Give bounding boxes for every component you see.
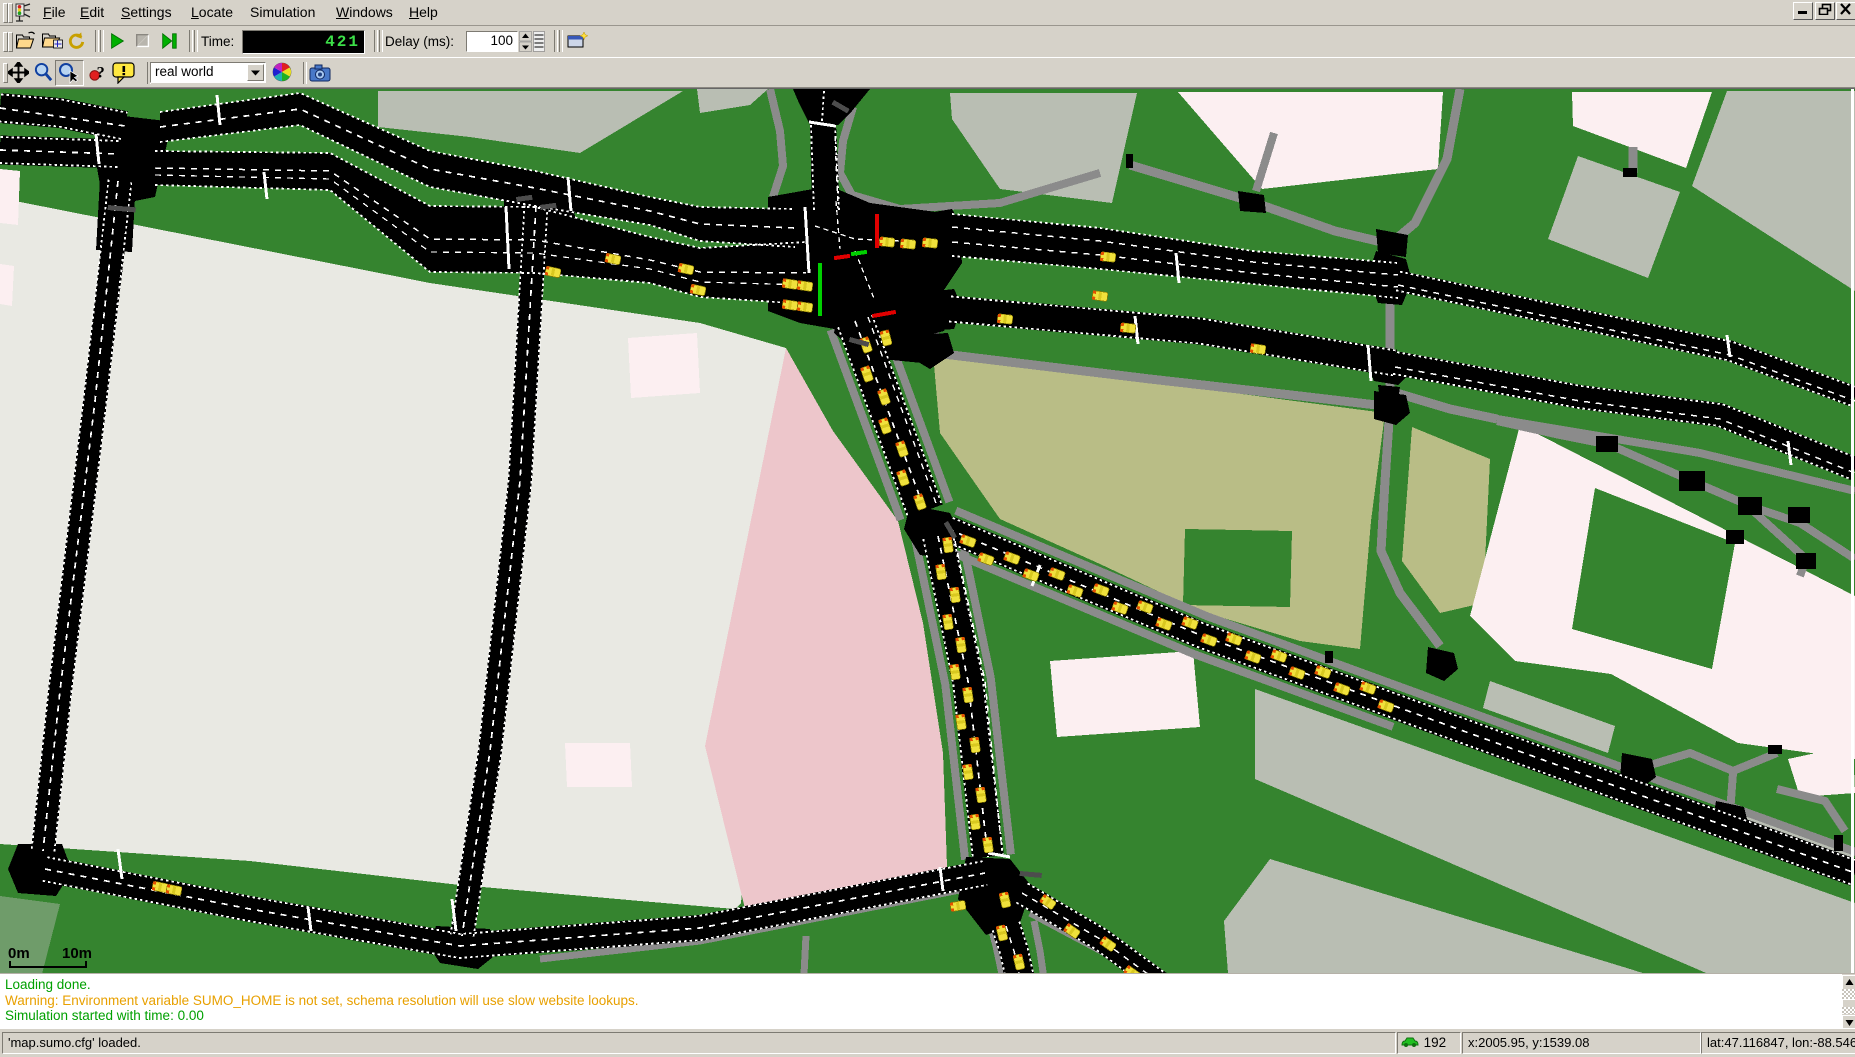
svg-text:0m: 0m (8, 945, 30, 962)
svg-text:10m: 10m (62, 945, 92, 962)
svg-text:?: ? (97, 63, 105, 81)
